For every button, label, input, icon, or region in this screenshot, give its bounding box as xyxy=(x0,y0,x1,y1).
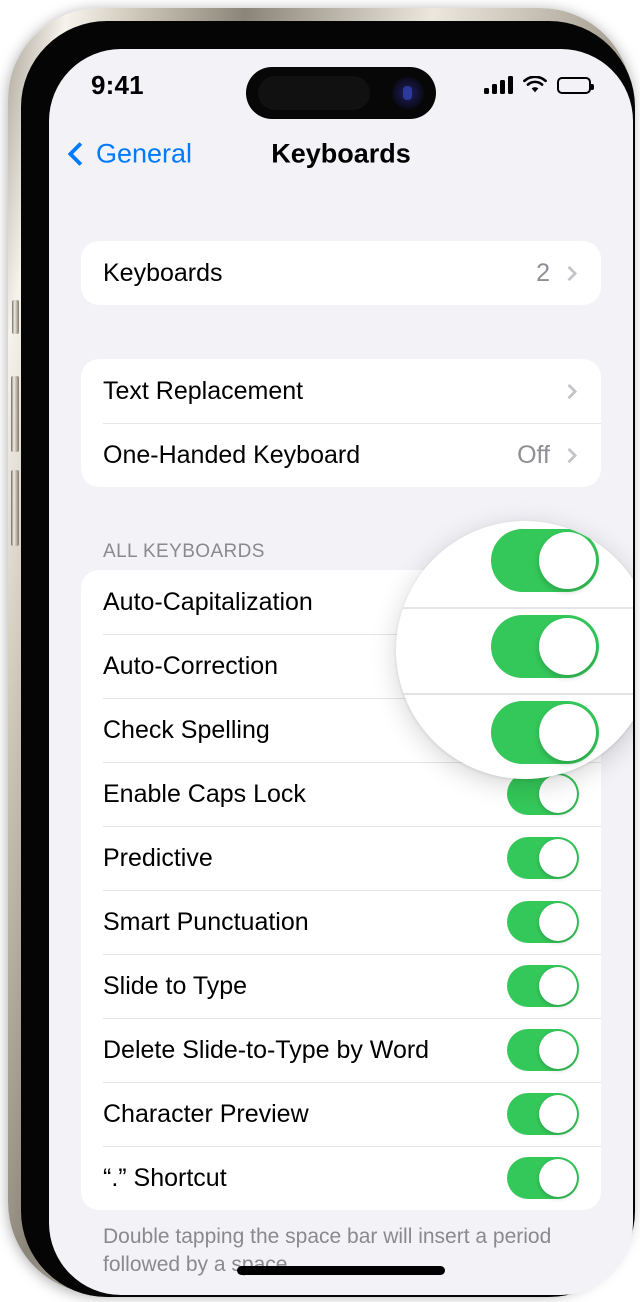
spacer-top xyxy=(49,187,633,241)
section-header-all-keyboards: ALL KEYBOARDS xyxy=(103,541,265,562)
phone-screen: 9:41 General Keyboards Keyboards 2 Text … xyxy=(49,49,633,1295)
row-label: Text Replacement xyxy=(103,376,304,405)
back-button-label: General xyxy=(96,138,193,169)
chevron-right-icon xyxy=(561,265,578,281)
battery-icon xyxy=(557,76,594,94)
toggle-auto-correction[interactable] xyxy=(507,645,579,687)
phone-frame: 9:41 General Keyboards Keyboards 2 Text … xyxy=(8,8,635,1297)
row-auto-correction[interactable]: Auto-Correction xyxy=(81,634,601,698)
row-smart-punctuation[interactable]: Smart Punctuation xyxy=(81,890,601,954)
row-check-spelling[interactable]: Check Spelling xyxy=(81,698,601,762)
row-label: Predictive xyxy=(103,843,213,872)
row-predictive[interactable]: Predictive xyxy=(81,826,601,890)
row-character-preview[interactable]: Character Preview xyxy=(81,1082,601,1146)
navigation-bar: General Keyboards xyxy=(49,121,633,187)
page-title: Keyboards xyxy=(271,138,411,169)
front-camera-icon xyxy=(392,77,424,109)
text-options-group: Text Replacement One-Handed Keyboard Off xyxy=(81,359,601,487)
toggle-delete-slide-to-type-by-word[interactable] xyxy=(507,1029,579,1071)
dynamic-island xyxy=(246,67,436,119)
row-period-shortcut[interactable]: “.” Shortcut xyxy=(81,1146,601,1210)
toggle-period-shortcut[interactable] xyxy=(507,1157,579,1199)
row-label: Delete Slide-to-Type by Word xyxy=(103,1035,430,1064)
group-spacer-2 xyxy=(49,487,633,541)
row-label: Check Spelling xyxy=(103,715,270,744)
phone-bezel: 9:41 General Keyboards Keyboards 2 Text … xyxy=(21,21,635,1297)
toggle-auto-capitalization[interactable] xyxy=(507,581,579,623)
row-slide-to-type[interactable]: Slide to Type xyxy=(81,954,601,1018)
row-label: Auto-Correction xyxy=(103,651,279,680)
volume-up-button[interactable] xyxy=(11,376,19,452)
toggle-character-preview[interactable] xyxy=(507,1093,579,1135)
row-value: Off xyxy=(517,440,550,469)
group-spacer-1 xyxy=(49,305,633,359)
toggle-check-spelling[interactable] xyxy=(507,709,579,751)
toggle-smart-punctuation[interactable] xyxy=(507,901,579,943)
cellular-signal-icon xyxy=(484,76,513,94)
status-time: 9:41 xyxy=(91,69,144,100)
row-keyboards[interactable]: Keyboards 2 xyxy=(81,241,601,305)
status-icons xyxy=(484,75,594,94)
chevron-right-icon xyxy=(561,383,578,399)
row-label: One-Handed Keyboard xyxy=(103,440,361,469)
dynamic-island-pill xyxy=(258,76,370,110)
home-indicator[interactable] xyxy=(237,1266,445,1275)
toggle-predictive[interactable] xyxy=(507,837,579,879)
wifi-icon xyxy=(523,75,547,94)
row-label: Enable Caps Lock xyxy=(103,779,306,808)
row-label: Smart Punctuation xyxy=(103,907,309,936)
back-button-general[interactable]: General xyxy=(67,138,193,170)
row-label: Slide to Type xyxy=(103,971,248,1000)
volume-down-button[interactable] xyxy=(11,470,19,546)
row-auto-capitalization[interactable]: Auto-Capitalization xyxy=(81,570,601,634)
toggle-enable-caps-lock[interactable] xyxy=(507,773,579,815)
row-label: Auto-Capitalization xyxy=(103,587,313,616)
row-value: 2 xyxy=(536,258,550,287)
chevron-right-icon xyxy=(561,447,578,463)
settings-scroll-view[interactable]: Keyboards 2 Text Replacement One-Handed … xyxy=(49,187,633,1295)
row-delete-slide-to-type-by-word[interactable]: Delete Slide-to-Type by Word xyxy=(81,1018,601,1082)
row-label: Character Preview xyxy=(103,1099,309,1128)
toggle-slide-to-type[interactable] xyxy=(507,965,579,1007)
keyboards-group: Keyboards 2 xyxy=(81,241,601,305)
all-keyboards-group: Auto-Capitalization Auto-Correction Chec… xyxy=(81,570,601,1210)
row-text-replacement[interactable]: Text Replacement xyxy=(81,359,601,423)
chevron-left-icon xyxy=(67,141,92,167)
row-enable-caps-lock[interactable]: Enable Caps Lock xyxy=(81,762,601,826)
silent-switch[interactable] xyxy=(12,300,19,334)
row-one-handed-keyboard[interactable]: One-Handed Keyboard Off xyxy=(81,423,601,487)
row-label: Keyboards xyxy=(103,258,223,287)
row-label: “.” Shortcut xyxy=(103,1163,227,1192)
